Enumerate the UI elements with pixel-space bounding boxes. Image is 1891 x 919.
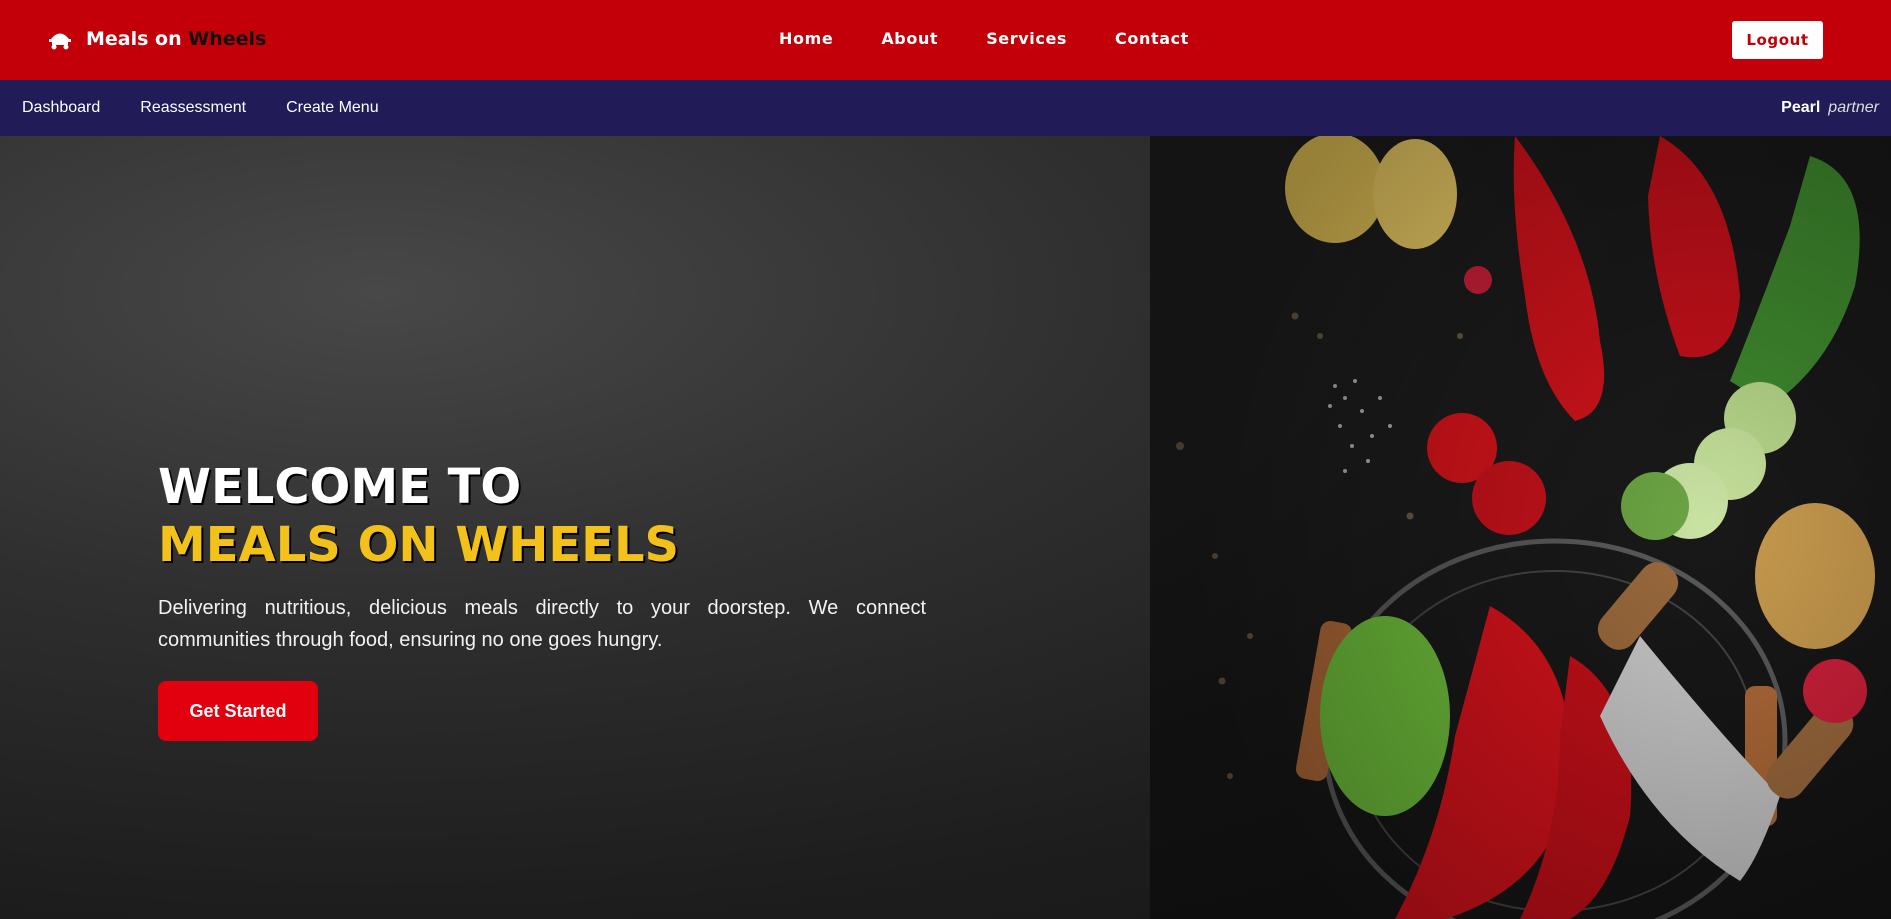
subnav-reassessment-link[interactable]: Reassessment: [140, 99, 246, 117]
get-started-button[interactable]: Get Started: [158, 681, 318, 741]
hero-description: Delivering nutritious, delicious meals d…: [158, 597, 926, 651]
food-cart-icon: [49, 33, 71, 50]
secondary-nav-bar: Dashboard Reassessment Create Menu Pearl…: [0, 80, 1891, 136]
secondary-nav: Dashboard Reassessment Create Menu: [22, 99, 419, 117]
main-nav: Home About Services Contact: [779, 29, 1237, 48]
logout-button[interactable]: Logout: [1732, 21, 1823, 59]
user-name: Pearl: [1781, 99, 1821, 116]
hero-heading-line2: MEALS ON WHEELS: [158, 517, 680, 573]
user-role: partner: [1828, 99, 1879, 116]
nav-contact-link[interactable]: Contact: [1115, 29, 1189, 48]
brand-logo[interactable]: Meals on Wheels: [46, 26, 266, 52]
subnav-create-menu-link[interactable]: Create Menu: [286, 99, 379, 117]
brand-name: Meals on Wheels: [86, 28, 266, 50]
user-info: Pearl partner: [1781, 99, 1879, 117]
brand-name-main: Meals on: [86, 28, 182, 50]
top-header: Meals on Wheels Home About Services Cont…: [0, 0, 1891, 80]
nav-about-link[interactable]: About: [881, 29, 938, 48]
brand-name-accent: Wheels: [188, 28, 267, 50]
nav-home-link[interactable]: Home: [779, 29, 833, 48]
hero-heading-line1: WELCOME TO: [158, 459, 522, 515]
subnav-dashboard-link[interactable]: Dashboard: [22, 99, 100, 117]
hero-section: WELCOME TO MEALS ON WHEELS Delivering nu…: [0, 136, 1891, 919]
hero-heading: WELCOME TO MEALS ON WHEELS: [158, 458, 679, 574]
nav-services-link[interactable]: Services: [986, 29, 1067, 48]
